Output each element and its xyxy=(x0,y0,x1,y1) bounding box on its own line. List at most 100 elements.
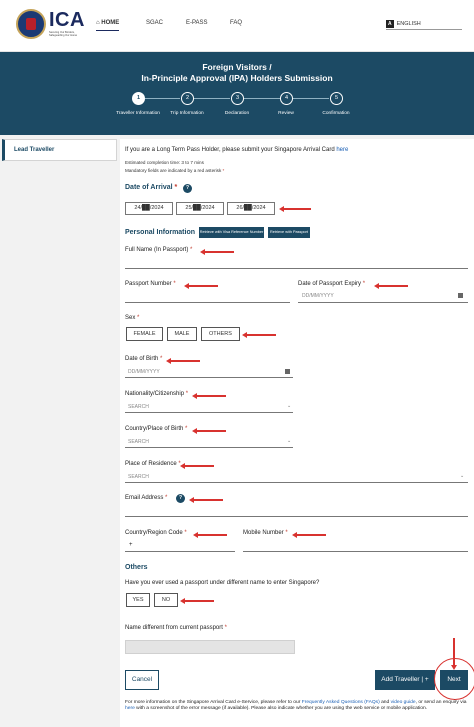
passport-number-input[interactable] xyxy=(125,302,290,303)
email-input[interactable] xyxy=(125,516,468,517)
nationality-label: Nationality/Citizenship * xyxy=(125,391,188,397)
annotation-arrow-down xyxy=(451,638,456,670)
chevron-down-icon[interactable]: ⌄ xyxy=(287,438,291,444)
sex-label: Sex * xyxy=(125,315,139,321)
footer-and: and xyxy=(381,700,390,705)
email-label: Email Address * xyxy=(125,495,167,501)
language-value: ENGLISH xyxy=(396,21,421,27)
mobile-number-input[interactable] xyxy=(243,551,468,552)
ltp-notice: If you are a Long Term Pass Holder, plea… xyxy=(125,147,348,153)
page-title-line1: Foreign Visitors / xyxy=(202,62,272,72)
step-5-indicator: 5 xyxy=(330,92,343,105)
annotation-arrow xyxy=(180,598,214,603)
enquiry-here-link[interactable]: here xyxy=(125,706,135,711)
annotation-arrow xyxy=(374,283,408,288)
faq-link[interactable]: Frequently Asked Questions (FAQs) xyxy=(302,700,380,705)
full-name-label: Full Name (In Passport) * xyxy=(125,247,192,253)
step-5-label: Confirmation xyxy=(322,111,350,116)
name-different-input[interactable] xyxy=(125,640,295,654)
translate-icon: A xyxy=(386,20,394,28)
footer-text-3: with a screenshot of the error message (… xyxy=(136,706,428,712)
birth-place-search-input[interactable]: SEARCH xyxy=(128,439,149,445)
chevron-down-icon[interactable]: ⌄ xyxy=(460,473,464,479)
page-title-line2: In-Principle Approval (IPA) Holders Subm… xyxy=(141,73,333,83)
region-code-input[interactable] xyxy=(125,551,235,552)
required-asterisk: * xyxy=(160,356,163,362)
required-asterisk: * xyxy=(174,184,178,191)
estimated-time: Estimated completion time: 3 to 7 mins xyxy=(125,160,204,165)
cancel-button[interactable]: Cancel xyxy=(125,670,159,690)
calendar-icon[interactable] xyxy=(458,293,463,298)
annotation-arrow xyxy=(279,206,311,211)
help-icon[interactable]: ? xyxy=(183,184,192,193)
passport-number-label: Passport Number * xyxy=(125,281,176,287)
footer-text-2: , or send an enquiry via xyxy=(415,700,467,705)
footer-text-1: For more information on the Singapore Ar… xyxy=(125,700,301,705)
sidebar-item-lead-traveller[interactable]: Lead Traveller xyxy=(2,139,117,161)
ica-seal-logo[interactable] xyxy=(16,9,46,39)
different-passport-yes[interactable]: YES xyxy=(126,593,150,607)
nationality-search-input[interactable]: SEARCH xyxy=(128,404,149,410)
calendar-icon[interactable] xyxy=(285,369,290,374)
mandatory-note-text: Mandatory fields are indicated by a red … xyxy=(125,168,222,173)
annotation-arrow xyxy=(180,463,214,468)
different-passport-question: Have you ever used a passport under diff… xyxy=(125,580,320,586)
retrieve-passport-button[interactable]: Retrieve with Passport xyxy=(268,227,310,238)
language-selector[interactable]: A ENGLISH xyxy=(386,20,421,28)
home-icon: ⌂ xyxy=(96,20,100,26)
nav-faq[interactable]: FAQ xyxy=(230,20,242,26)
passport-expiry-underline xyxy=(298,302,468,303)
required-asterisk: * xyxy=(362,281,366,287)
dob-label: Date of Birth * xyxy=(125,356,162,362)
step-connector xyxy=(145,98,180,99)
full-name-label-text: Full Name (In Passport) xyxy=(125,247,189,253)
arrival-date-option-1[interactable]: 24/██/2024 xyxy=(125,202,173,215)
video-guide-link[interactable]: video guide xyxy=(391,700,416,705)
required-asterisk: * xyxy=(185,426,188,432)
different-passport-no[interactable]: NO xyxy=(154,593,178,607)
retrieve-visa-button[interactable]: Retrieve with Visa Reference Number xyxy=(199,227,264,238)
dob-input[interactable]: DD/MM/YYYY xyxy=(128,369,160,375)
ica-logo-text[interactable]: ICA xyxy=(49,9,85,32)
step-1-indicator: 1 xyxy=(132,92,145,105)
sex-option-male[interactable]: MALE xyxy=(167,327,197,341)
ltp-notice-text: If you are a Long Term Pass Holder, plea… xyxy=(125,147,335,153)
chevron-down-icon[interactable]: ⌄ xyxy=(287,403,291,409)
ltp-here-link[interactable]: here xyxy=(336,147,348,153)
residence-search-input[interactable]: SEARCH xyxy=(128,474,149,480)
residence-underline xyxy=(125,482,468,483)
annotation-arrow xyxy=(189,497,223,502)
sidebar-item-label: Lead Traveller xyxy=(14,147,55,153)
sex-label-text: Sex xyxy=(125,315,136,321)
mandatory-note: Mandatory fields are indicated by a red … xyxy=(125,168,224,173)
required-asterisk: * xyxy=(285,530,288,536)
full-name-input[interactable] xyxy=(125,268,468,269)
birth-place-label-text: Country/Place of Birth xyxy=(125,426,184,432)
nav-home[interactable]: ⌂ HOME xyxy=(96,20,120,31)
required-asterisk: * xyxy=(224,625,227,631)
passport-expiry-label: Date of Passport Expiry * xyxy=(298,281,365,287)
passport-expiry-input[interactable]: DD/MM/YYYY xyxy=(302,293,334,299)
arrival-date-option-3[interactable]: 26/██/2024 xyxy=(227,202,275,215)
nav-e-pass[interactable]: E-PASS xyxy=(186,20,208,26)
residence-label: Place of Residence * xyxy=(125,461,181,467)
mobile-label: Mobile Number * xyxy=(243,530,288,536)
sex-option-others[interactable]: OTHERS xyxy=(201,327,240,341)
mobile-label-text: Mobile Number xyxy=(243,530,284,536)
sex-option-female[interactable]: FEMALE xyxy=(126,327,163,341)
personal-info-heading: Personal Information xyxy=(125,229,196,236)
annotation-arrow xyxy=(166,358,200,363)
annotation-arrow xyxy=(184,283,218,288)
nav-sgac[interactable]: SGAC xyxy=(146,20,163,26)
step-connector xyxy=(194,98,230,99)
language-underline xyxy=(386,29,462,30)
passport-expiry-label-text: Date of Passport Expiry xyxy=(298,281,362,287)
nationality-underline xyxy=(125,412,293,413)
required-asterisk: * xyxy=(173,281,176,287)
arrival-date-option-2[interactable]: 25/██/2024 xyxy=(176,202,224,215)
passport-number-label-text: Passport Number xyxy=(125,281,172,287)
required-asterisk: * xyxy=(185,391,189,397)
dob-underline xyxy=(125,377,293,378)
add-traveller-button[interactable]: Add Traveller | + xyxy=(375,670,435,690)
help-icon[interactable]: ? xyxy=(176,494,185,503)
